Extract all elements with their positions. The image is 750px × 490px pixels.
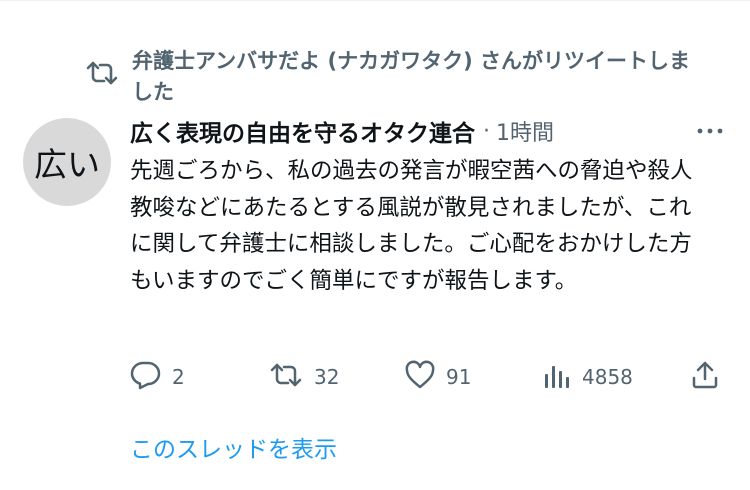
show-thread-link[interactable]: このスレッドを表示 (130, 430, 337, 464)
avatar[interactable]: 広い (23, 118, 111, 206)
reply-button[interactable]: 2 (130, 357, 185, 397)
more-options-icon[interactable] (690, 114, 730, 148)
retweet-context-text: 弁護士アンバサだよ (ナカガワタク) さんがリツイートしました (132, 49, 690, 104)
like-button[interactable]: 91 (404, 357, 471, 397)
views-count: 4858 (582, 365, 633, 389)
reply-count: 2 (172, 365, 185, 389)
tweet-actions: 2 32 91 4858 (130, 357, 730, 397)
retweet-icon (268, 360, 304, 395)
avatar-text: 広い (34, 145, 100, 184)
retweet-button[interactable]: 32 (268, 357, 339, 397)
reply-icon (130, 360, 162, 395)
header-separator: · (483, 118, 490, 144)
top-divider (0, 0, 750, 1)
tweet-text: 先週ごろから、私の過去の発言が暇空茜への脅迫や殺人教唆などにあたるとする風説が散… (130, 158, 693, 294)
views-button[interactable]: 4858 (542, 357, 633, 397)
timestamp[interactable]: 1時間 (496, 115, 554, 147)
retweet-context[interactable]: 弁護士アンバサだよ (ナカガワタク) さんがリツイートしました (84, 46, 704, 108)
share-button[interactable] (690, 357, 720, 397)
retweet-count: 32 (314, 365, 340, 389)
analytics-icon (542, 360, 572, 395)
share-icon (690, 360, 720, 395)
tweet-header: 広く表現の自由を守るオタク連合 · 1時間 (130, 114, 730, 148)
heart-icon (404, 360, 436, 395)
like-count: 91 (446, 365, 472, 389)
display-name[interactable]: 広く表現の自由を守るオタク連合 (130, 114, 475, 148)
retweet-icon (84, 58, 120, 88)
